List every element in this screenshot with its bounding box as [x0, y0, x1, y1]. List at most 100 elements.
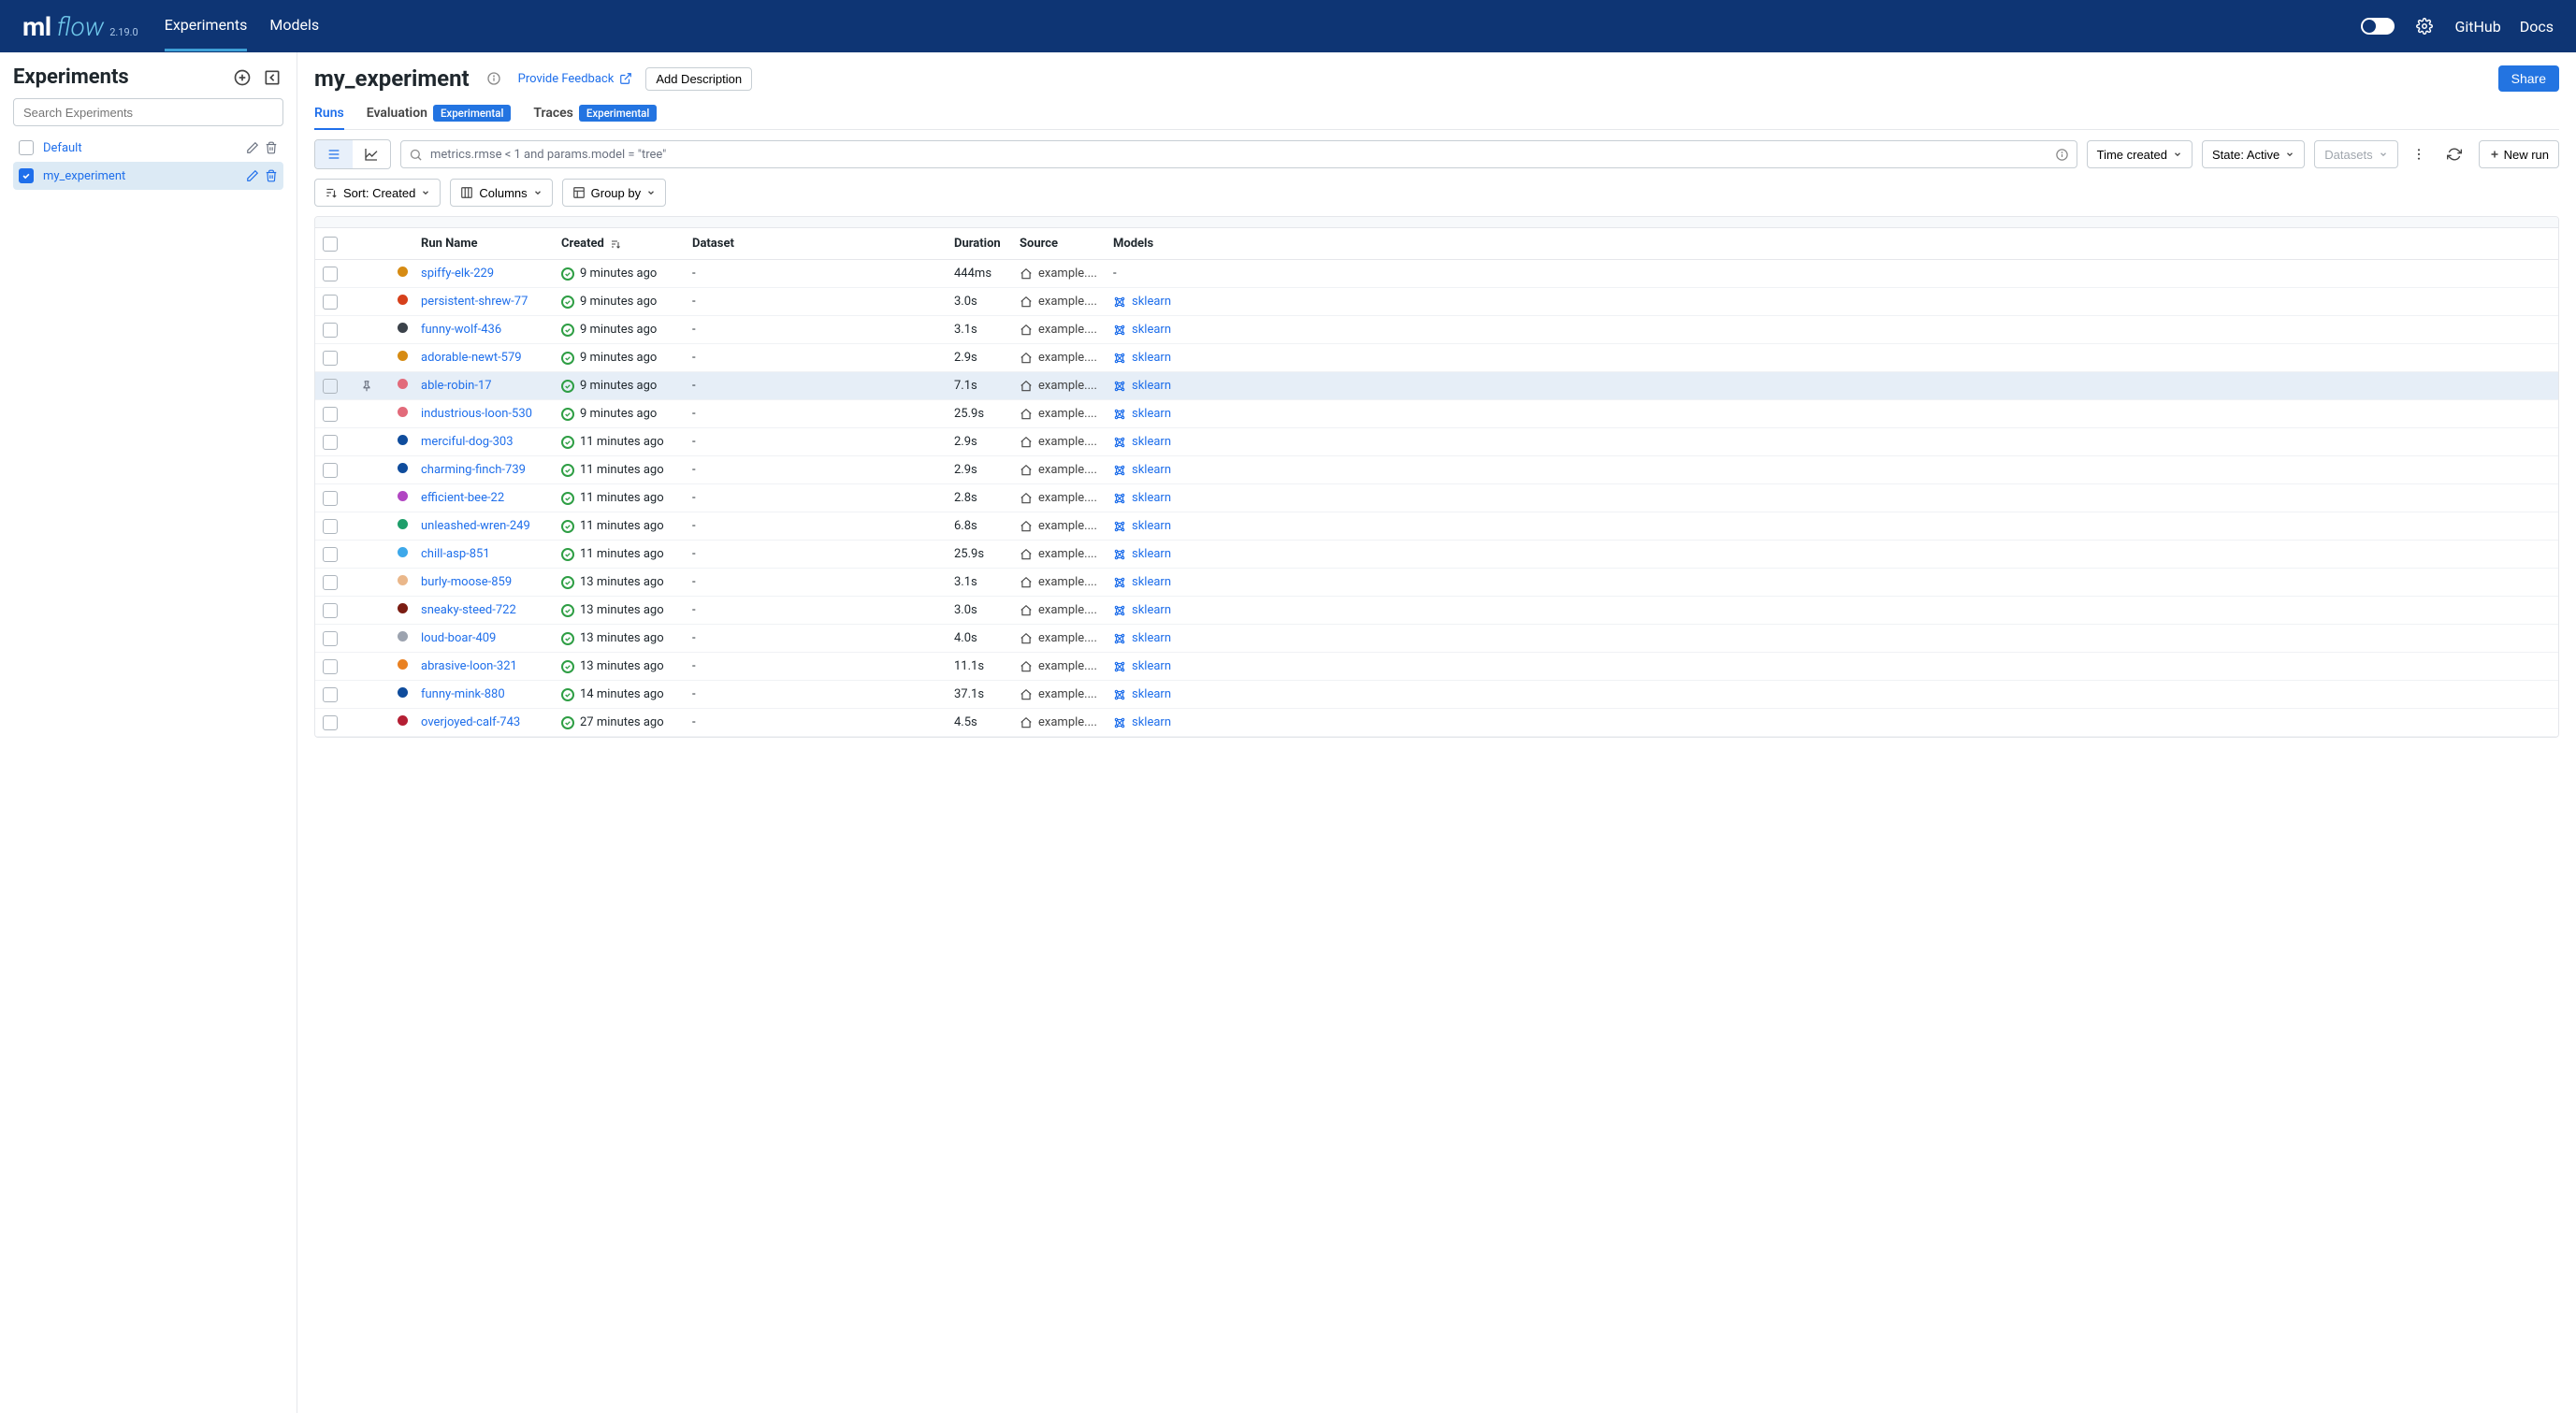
table-row[interactable]: abrasive-loon-321 13 minutes ago - 11.1s…	[315, 653, 2558, 681]
run-name-link[interactable]: loud-boar-409	[421, 631, 496, 645]
columns-dropdown[interactable]: Columns	[450, 179, 552, 207]
delete-icon[interactable]	[265, 169, 278, 182]
table-row[interactable]: spiffy-elk-229 9 minutes ago - 444ms exa…	[315, 260, 2558, 288]
model-link[interactable]: sklearn	[1132, 715, 1171, 729]
model-link[interactable]: sklearn	[1132, 519, 1171, 533]
tab-experiments[interactable]: Experiments	[165, 1, 248, 51]
row-checkbox[interactable]	[323, 407, 338, 422]
row-checkbox[interactable]	[323, 631, 338, 646]
run-name-link[interactable]: chill-asp-851	[421, 547, 490, 561]
select-all-checkbox[interactable]	[323, 237, 338, 252]
model-link[interactable]: sklearn	[1132, 435, 1171, 449]
table-row[interactable]: overjoyed-calf-743 27 minutes ago - 4.5s…	[315, 709, 2558, 737]
table-row[interactable]: merciful-dog-303 11 minutes ago - 2.9s e…	[315, 428, 2558, 456]
provide-feedback-link[interactable]: Provide Feedback	[518, 72, 633, 86]
sort-dropdown[interactable]: Sort: Created	[314, 179, 441, 207]
model-link[interactable]: sklearn	[1132, 659, 1171, 673]
run-name-link[interactable]: merciful-dog-303	[421, 435, 514, 449]
add-experiment-icon[interactable]	[231, 66, 253, 89]
gear-icon[interactable]	[2413, 15, 2436, 37]
theme-toggle[interactable]	[2361, 18, 2395, 35]
col-source[interactable]: Source	[1020, 237, 1113, 251]
model-link[interactable]: sklearn	[1132, 687, 1171, 701]
table-row[interactable]: funny-mink-880 14 minutes ago - 37.1s ex…	[315, 681, 2558, 709]
model-link[interactable]: sklearn	[1132, 379, 1171, 393]
table-row[interactable]: loud-boar-409 13 minutes ago - 4.0s exam…	[315, 625, 2558, 653]
col-duration[interactable]: Duration	[954, 237, 1020, 251]
table-row[interactable]: adorable-newt-579 9 minutes ago - 2.9s e…	[315, 344, 2558, 372]
table-row[interactable]: chill-asp-851 11 minutes ago - 25.9s exa…	[315, 541, 2558, 569]
collapse-sidebar-icon[interactable]	[261, 66, 283, 89]
new-run-button[interactable]: New run	[2479, 140, 2559, 168]
sidebar-item[interactable]: Default	[13, 134, 283, 162]
row-checkbox[interactable]	[323, 463, 338, 478]
table-row[interactable]: industrious-loon-530 9 minutes ago - 25.…	[315, 400, 2558, 428]
run-name-link[interactable]: unleashed-wren-249	[421, 519, 530, 533]
model-link[interactable]: sklearn	[1132, 295, 1171, 309]
list-view-icon[interactable]	[315, 140, 353, 168]
row-checkbox[interactable]	[323, 379, 338, 394]
table-row[interactable]: burly-moose-859 13 minutes ago - 3.1s ex…	[315, 569, 2558, 597]
time-created-dropdown[interactable]: Time created	[2087, 140, 2192, 168]
run-name-link[interactable]: industrious-loon-530	[421, 407, 532, 421]
run-name-link[interactable]: abrasive-loon-321	[421, 659, 517, 673]
row-checkbox[interactable]	[323, 659, 338, 674]
model-link[interactable]: sklearn	[1132, 323, 1171, 337]
subtab-runs[interactable]: Runs	[314, 105, 344, 130]
table-row[interactable]: able-robin-17 9 minutes ago - 7.1s examp…	[315, 372, 2558, 400]
docs-link[interactable]: Docs	[2520, 18, 2554, 36]
chart-view-icon[interactable]	[353, 140, 390, 168]
table-row[interactable]: charming-finch-739 11 minutes ago - 2.9s…	[315, 456, 2558, 484]
row-checkbox[interactable]	[323, 435, 338, 450]
row-checkbox[interactable]	[323, 295, 338, 310]
table-row[interactable]: unleashed-wren-249 11 minutes ago - 6.8s…	[315, 512, 2558, 541]
run-name-link[interactable]: spiffy-elk-229	[421, 267, 494, 281]
edit-icon[interactable]	[246, 141, 259, 154]
info-icon[interactable]	[483, 67, 505, 90]
run-name-link[interactable]: charming-finch-739	[421, 463, 526, 477]
github-link[interactable]: GitHub	[2454, 18, 2500, 36]
model-link[interactable]: sklearn	[1132, 547, 1171, 561]
share-button[interactable]: Share	[2498, 65, 2559, 92]
model-link[interactable]: sklearn	[1132, 491, 1171, 505]
col-created[interactable]: Created	[561, 237, 692, 251]
model-link[interactable]: sklearn	[1132, 351, 1171, 365]
run-name-link[interactable]: able-robin-17	[421, 379, 492, 393]
state-dropdown[interactable]: State: Active	[2202, 140, 2305, 168]
table-row[interactable]: efficient-bee-22 11 minutes ago - 2.8s e…	[315, 484, 2558, 512]
experiment-checkbox[interactable]	[19, 140, 34, 155]
col-dataset[interactable]: Dataset	[692, 237, 954, 251]
datasets-dropdown[interactable]: Datasets	[2314, 140, 2397, 168]
model-link[interactable]: sklearn	[1132, 463, 1171, 477]
row-checkbox[interactable]	[323, 323, 338, 338]
col-models[interactable]: Models	[1113, 237, 2551, 251]
logo[interactable]: mlflow 2.19.0	[22, 11, 138, 42]
col-run-name[interactable]: Run Name	[421, 237, 561, 251]
run-name-link[interactable]: burly-moose-859	[421, 575, 512, 589]
row-checkbox[interactable]	[323, 603, 338, 618]
row-checkbox[interactable]	[323, 715, 338, 730]
row-checkbox[interactable]	[323, 519, 338, 534]
delete-icon[interactable]	[265, 141, 278, 154]
edit-icon[interactable]	[246, 169, 259, 182]
run-name-link[interactable]: sneaky-steed-722	[421, 603, 516, 617]
run-name-link[interactable]: adorable-newt-579	[421, 351, 522, 365]
model-link[interactable]: sklearn	[1132, 603, 1171, 617]
kebab-menu-icon[interactable]	[2408, 143, 2430, 166]
add-description-button[interactable]: Add Description	[645, 67, 752, 91]
row-checkbox[interactable]	[323, 575, 338, 590]
pin-icon[interactable]	[360, 380, 398, 393]
group-by-dropdown[interactable]: Group by	[562, 179, 666, 207]
search-runs-input[interactable]: metrics.rmse < 1 and params.model = "tre…	[400, 140, 2077, 168]
table-row[interactable]: funny-wolf-436 9 minutes ago - 3.1s exam…	[315, 316, 2558, 344]
tab-models[interactable]: Models	[269, 1, 319, 51]
run-name-link[interactable]: funny-mink-880	[421, 687, 505, 701]
row-checkbox[interactable]	[323, 547, 338, 562]
search-experiments-input[interactable]	[13, 98, 283, 126]
row-checkbox[interactable]	[323, 267, 338, 281]
model-link[interactable]: sklearn	[1132, 631, 1171, 645]
run-name-link[interactable]: funny-wolf-436	[421, 323, 501, 337]
run-name-link[interactable]: efficient-bee-22	[421, 491, 504, 505]
sidebar-item[interactable]: my_experiment	[13, 162, 283, 190]
row-checkbox[interactable]	[323, 491, 338, 506]
